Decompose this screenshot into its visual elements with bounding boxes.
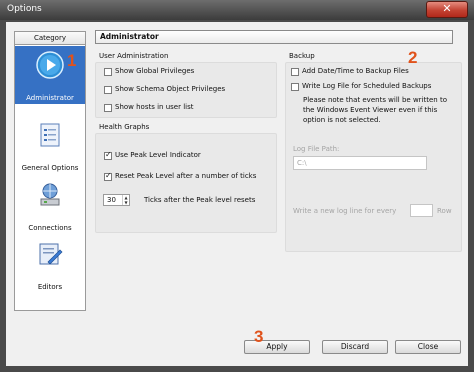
category-item-label: General Options	[21, 164, 79, 172]
category-item-general-options[interactable]: General Options	[15, 116, 85, 174]
write-log-file-label: Write Log File for Scheduled Backups	[302, 82, 432, 90]
options-window: Options ✕ Category Administrator General…	[0, 0, 474, 372]
add-date-time-label: Add Date/Time to Backup Files	[302, 67, 409, 75]
annotation-3: 3	[254, 327, 264, 346]
show-schema-object-privileges-label: Show Schema Object Privileges	[115, 85, 226, 93]
backup-note-line-3: option is not selected.	[303, 116, 381, 124]
use-peak-level-label: Use Peak Level Indicator	[115, 151, 201, 159]
show-hosts-label: Show hosts in user list	[115, 103, 194, 111]
window-title: Options	[7, 4, 42, 14]
health-graphs-label: Health Graphs	[99, 123, 150, 131]
log-path-input[interactable]: C:\	[293, 156, 427, 170]
category-item-editors[interactable]: Editors	[15, 235, 85, 293]
reset-peak-level-checkbox[interactable]: ✓	[104, 171, 112, 181]
backup-label: Backup	[289, 52, 315, 60]
category-item-connections[interactable]: Connections	[15, 176, 85, 234]
reset-peak-level-label: Reset Peak Level after a number of ticks	[115, 172, 257, 180]
window-close-button[interactable]: ✕	[426, 1, 468, 18]
annotation-1: 1	[67, 51, 77, 70]
ticks-value: 30	[107, 196, 116, 204]
show-hosts-checkbox[interactable]	[104, 104, 112, 112]
add-date-time-checkbox[interactable]	[291, 68, 299, 76]
document-icon	[40, 123, 60, 147]
checkmark-icon: ✓	[105, 150, 112, 159]
ticks-spinner[interactable]: 30 ▲ ▼	[103, 194, 130, 206]
dialog-body: Category Administrator General Options C…	[6, 22, 468, 366]
backup-note-line-1: Please note that events will be written …	[303, 96, 447, 104]
editor-icon	[39, 243, 63, 265]
category-item-label: Connections	[28, 224, 72, 232]
category-header: Category	[15, 32, 85, 45]
show-global-privileges-checkbox[interactable]	[104, 68, 112, 76]
show-global-privileges-label: Show Global Privileges	[115, 67, 195, 75]
row-label: Row	[437, 207, 452, 215]
log-path-label: Log File Path:	[293, 145, 340, 153]
category-item-label: Editors	[37, 283, 63, 291]
discard-button[interactable]: Discard	[322, 340, 388, 354]
health-graphs-panel	[95, 133, 277, 233]
close-button[interactable]: Close	[395, 340, 461, 354]
backup-note-line-2: the Windows Event Viewer even if this	[303, 106, 438, 114]
use-peak-level-checkbox[interactable]: ✓	[104, 150, 112, 160]
category-item-label: Administrator	[26, 94, 74, 102]
spinner-arrows-icon[interactable]: ▲ ▼	[122, 195, 129, 205]
newline-label: Write a new log line for every	[293, 207, 397, 215]
user-administration-label: User Administration	[99, 52, 169, 60]
write-log-file-checkbox[interactable]	[291, 83, 299, 91]
title-bar[interactable]: Options ✕	[0, 0, 474, 20]
ticks-label: Ticks after the Peak level resets	[144, 196, 256, 204]
network-icon	[40, 183, 60, 206]
page-title: Administrator	[95, 30, 453, 44]
play-icon	[36, 51, 64, 79]
category-list: Category Administrator General Options C…	[14, 31, 86, 311]
checkmark-icon: ✓	[105, 171, 112, 180]
show-schema-object-privileges-checkbox[interactable]	[104, 86, 112, 94]
annotation-2: 2	[408, 48, 418, 67]
newline-input[interactable]	[410, 204, 433, 217]
